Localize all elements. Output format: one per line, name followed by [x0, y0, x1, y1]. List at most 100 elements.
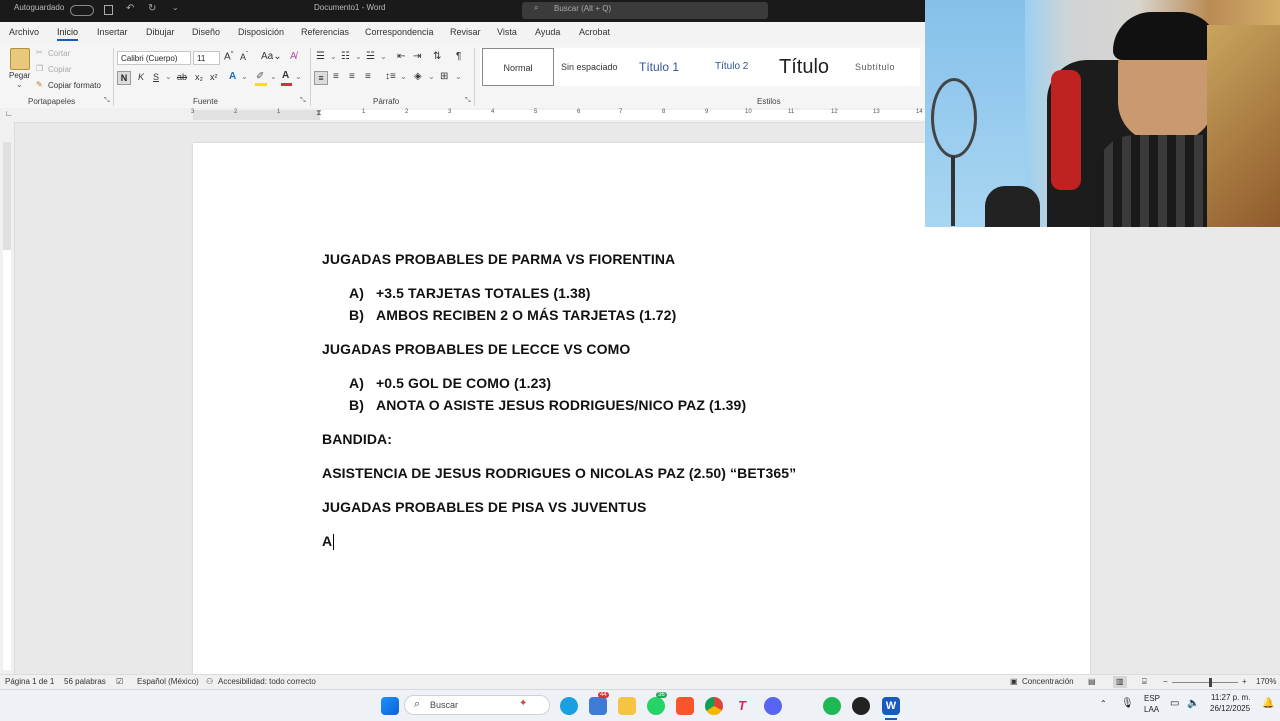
undo-icon[interactable]: ↶ [126, 3, 134, 14]
line-spacing-icon[interactable]: ↕≡ [385, 71, 396, 82]
network-icon[interactable]: ▭ [1170, 698, 1179, 709]
title-search-box[interactable]: ⌕ Buscar (Alt + Q) [522, 2, 768, 19]
grow-font-icon[interactable]: A^ [224, 51, 234, 62]
paragraph-launcher-icon[interactable]: ⤡ [465, 97, 471, 105]
tray-overflow-icon[interactable]: ⌃ [1100, 699, 1107, 708]
font-size-select[interactable]: 11 [193, 51, 220, 65]
horizontal-ruler[interactable]: ∟ ⧗ 3 2 1 1 2 3 4 5 6 7 8 9 10 11 12 13 … [0, 108, 925, 123]
tab-referencias[interactable]: Referencias [301, 27, 349, 37]
numbering-icon[interactable]: ☷ [341, 51, 350, 62]
style-heading-2[interactable]: Título 2 [715, 48, 748, 86]
tab-diseno[interactable]: Diseño [192, 27, 220, 37]
clear-format-icon[interactable]: A̸ [290, 51, 297, 62]
chrome-icon[interactable] [705, 697, 723, 715]
highlight-options-icon[interactable]: ⌄ [270, 72, 277, 81]
show-marks-icon[interactable]: ¶ [456, 51, 461, 62]
decrease-indent-icon[interactable]: ⇤ [397, 51, 405, 62]
page-count[interactable]: Página 1 de 1 [5, 677, 54, 686]
tab-revisar[interactable]: Revisar [450, 27, 481, 37]
format-painter-button[interactable]: Copiar formato [48, 81, 101, 90]
zoom-in-icon[interactable]: + [1242, 677, 1247, 686]
bullets-options-icon[interactable]: ⌄ [330, 52, 337, 61]
zoom-slider-thumb[interactable] [1209, 678, 1212, 687]
zoom-level[interactable]: 170% [1256, 677, 1276, 686]
align-left-button[interactable]: ≡ [314, 71, 328, 85]
clipboard-launcher-icon[interactable]: ⤡ [104, 97, 110, 105]
bold-button[interactable]: N [117, 71, 131, 85]
tab-archivo[interactable]: Archivo [9, 27, 39, 37]
vertical-ruler[interactable] [0, 122, 15, 674]
cut-button[interactable]: Cortar [48, 49, 70, 58]
accessibility-status[interactable]: Accesibilidad: todo correcto [218, 677, 316, 686]
increase-indent-icon[interactable]: ⇥ [413, 51, 421, 62]
language-top[interactable]: ESP [1144, 694, 1160, 703]
read-mode-icon[interactable]: ▤ [1088, 677, 1096, 686]
save-icon[interactable] [104, 5, 113, 15]
spotify-icon[interactable] [823, 697, 841, 715]
microphone-icon[interactable]: 🎙 [1121, 698, 1134, 709]
font-name-select[interactable]: Calibri (Cuerpo) [117, 51, 191, 65]
file-explorer-icon[interactable] [618, 697, 636, 715]
tab-dibujar[interactable]: Dibujar [146, 27, 175, 37]
paste-icon[interactable] [10, 48, 30, 70]
copy-button[interactable]: Copiar [48, 65, 72, 74]
font-color-options-icon[interactable]: ⌄ [295, 72, 302, 81]
underline-options-icon[interactable]: ⌄ [165, 72, 172, 81]
edge-icon[interactable] [560, 697, 578, 715]
paste-options-icon[interactable]: ⌄ [16, 80, 23, 89]
justify-icon[interactable]: ≡ [365, 71, 371, 82]
font-color-icon[interactable]: A [282, 70, 289, 81]
line-spacing-options-icon[interactable]: ⌄ [400, 72, 407, 81]
shading-icon[interactable]: ◈ [414, 71, 422, 82]
brave-icon[interactable] [676, 697, 694, 715]
borders-options-icon[interactable]: ⌄ [455, 72, 462, 81]
language-indicator[interactable]: Español (México) [137, 677, 199, 686]
style-subtitle[interactable]: Subtítulo [855, 48, 895, 86]
language-bottom[interactable]: LAA [1144, 705, 1159, 714]
notifications-icon[interactable]: 🔔 [1262, 698, 1274, 709]
style-normal[interactable]: Normal [482, 48, 554, 86]
whatsapp-icon[interactable] [647, 697, 665, 715]
subscript-button[interactable]: x₂ [195, 72, 203, 82]
tab-vista[interactable]: Vista [497, 27, 517, 37]
strikethrough-button[interactable]: ab [177, 72, 187, 82]
autosave-toggle[interactable] [70, 5, 94, 16]
tab-correspondencia[interactable]: Correspondencia [365, 27, 434, 37]
indent-marker-icon[interactable]: ⧗ [316, 108, 322, 118]
clock-date[interactable]: 26/12/2025 [1210, 704, 1250, 713]
text-effects-icon[interactable]: A [229, 71, 236, 82]
superscript-button[interactable]: x² [210, 72, 218, 82]
tab-disposicion[interactable]: Disposición [238, 27, 284, 37]
focus-mode-button[interactable]: Concentración [1022, 677, 1074, 686]
shrink-font-icon[interactable]: Aˇ [240, 52, 248, 62]
zoom-slider-track[interactable] [1172, 682, 1238, 683]
word-taskbar-icon[interactable]: W [882, 697, 900, 715]
tab-acrobat[interactable]: Acrobat [579, 27, 610, 37]
volume-icon[interactable]: 🔈 [1187, 698, 1199, 709]
web-layout-icon[interactable]: ⌸ [1142, 677, 1147, 687]
tab-ayuda[interactable]: Ayuda [535, 27, 560, 37]
italic-button[interactable]: K [138, 72, 144, 82]
print-layout-button[interactable]: ▥ [1113, 676, 1127, 688]
zoom-out-icon[interactable]: − [1163, 677, 1168, 686]
bullets-icon[interactable]: ☰ [316, 51, 325, 62]
clock-time[interactable]: 11:27 p. m. [1211, 693, 1250, 702]
change-case-icon[interactable]: Aa⌄ [261, 51, 282, 62]
word-count[interactable]: 56 palabras [64, 677, 106, 686]
start-icon[interactable] [381, 697, 399, 715]
taskbar-search[interactable]: ⌕ Buscar ✦ [404, 695, 550, 715]
proofing-icon[interactable]: ☑ [116, 677, 123, 686]
highlight-icon[interactable]: ✐ [256, 71, 264, 82]
app-icon[interactable] [589, 697, 607, 715]
multilevel-options-icon[interactable]: ⌄ [380, 52, 387, 61]
style-title[interactable]: Título [779, 48, 829, 86]
tab-stop-selector-icon[interactable]: ∟ [5, 109, 13, 118]
tab-inicio[interactable]: Inicio [57, 27, 79, 41]
redo-icon[interactable]: ↻ [148, 3, 156, 14]
tab-insertar[interactable]: Insertar [97, 27, 128, 37]
numbering-options-icon[interactable]: ⌄ [355, 52, 362, 61]
sort-icon[interactable]: ⇅ [433, 51, 441, 62]
obs-icon[interactable] [852, 697, 870, 715]
text-effects-options-icon[interactable]: ⌄ [241, 72, 248, 81]
align-center-icon[interactable]: ≡ [333, 71, 339, 82]
